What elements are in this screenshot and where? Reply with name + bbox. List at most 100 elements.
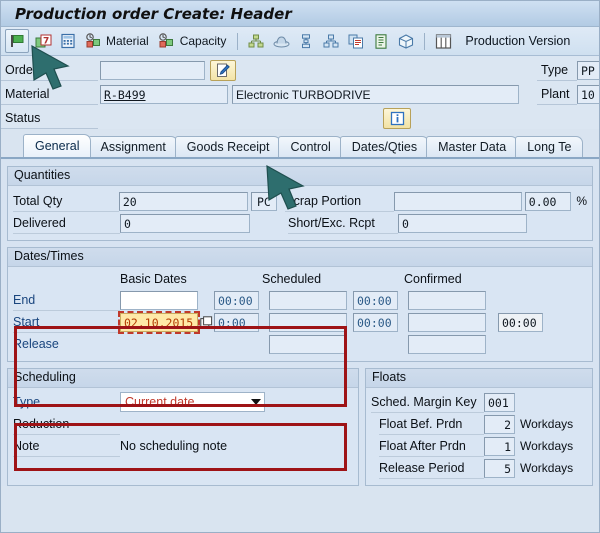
- tab-content-general: Quantities Total Qty 20 PC Scrap Portion…: [1, 160, 599, 486]
- delivered-input[interactable]: 0: [120, 213, 250, 233]
- scheduling-type-label: Type: [13, 394, 41, 409]
- status-label: Status: [1, 108, 98, 129]
- hat-icon[interactable]: [270, 30, 292, 52]
- floats-group: Floats Sched. Margin Key 001 Float Bef. …: [365, 368, 593, 486]
- material-input[interactable]: R-B499: [100, 84, 228, 104]
- delivered-row: Delivered 0 Short/Exc. Rcpt 0: [13, 212, 587, 234]
- float-after-prdn-label: Float After Prdn: [379, 436, 484, 457]
- green-flag-icon[interactable]: [5, 29, 29, 53]
- float-after-prdn-unit: Workdays: [520, 439, 574, 453]
- short-exc-rcpt-label: Short/Exc. Rcpt: [288, 213, 398, 234]
- scrap-percent-input[interactable]: 0.00: [524, 191, 572, 211]
- end-basic-time-input[interactable]: 00:00: [214, 290, 259, 310]
- tab-control[interactable]: Control: [278, 136, 343, 157]
- percent-sign: %: [576, 194, 588, 208]
- float-bef-prdn-unit: Workdays: [520, 417, 574, 431]
- scheduling-group: Scheduling Type Current date Reduction N…: [7, 368, 359, 486]
- calculator-icon[interactable]: [57, 30, 79, 52]
- tab-master-data[interactable]: Master Data: [426, 136, 519, 157]
- end-basic-date-input[interactable]: [120, 290, 198, 310]
- floats-title: Floats: [366, 369, 592, 388]
- scheduling-title: Scheduling: [8, 369, 358, 388]
- float-after-prdn-row: Float After Prdn 1 Workdays: [371, 435, 587, 457]
- tab-general[interactable]: General: [23, 134, 92, 157]
- type-label: Type: [537, 60, 577, 81]
- status-row: Status: [1, 107, 599, 129]
- material-description-input[interactable]: Electronic TURBODRIVE: [232, 84, 519, 104]
- note-row: Note No scheduling note: [13, 435, 353, 457]
- title-bar: Production order Create: Header: [1, 1, 599, 27]
- reduction-row: Reduction: [13, 413, 353, 435]
- order-info-icon[interactable]: 7: [32, 30, 54, 52]
- note-label: Note: [13, 436, 120, 457]
- sap-window: Production order Create: Header 7 Materi…: [0, 0, 600, 533]
- application-toolbar: 7 Material Capacity Production Version: [1, 27, 599, 56]
- plant-input[interactable]: 10: [577, 84, 599, 104]
- start-scheduled-time-input[interactable]: 00:00: [353, 312, 398, 332]
- start-scheduled-date-input[interactable]: [269, 312, 347, 332]
- start-label: Start: [13, 312, 120, 333]
- end-label: End: [13, 290, 120, 311]
- dates-column-headers: Basic Dates Scheduled Confirmed: [13, 269, 587, 289]
- production-version-button[interactable]: Production Version: [465, 34, 570, 48]
- dates-row-start: Start 02.10.2015 0:00 00:00 00:00: [13, 310, 587, 334]
- scheduling-type-value: Current date: [125, 395, 195, 409]
- start-basic-time-input[interactable]: 0:00: [214, 312, 259, 332]
- edit-pencil-button[interactable]: [210, 59, 236, 81]
- note-value: No scheduling note: [120, 439, 228, 453]
- table-icon[interactable]: [432, 30, 454, 52]
- float-after-prdn-input[interactable]: 1: [484, 436, 515, 456]
- toolbar-capacity-button[interactable]: Capacity: [156, 30, 231, 52]
- quantities-title: Quantities: [8, 167, 592, 186]
- release-period-row: Release Period 5 Workdays: [371, 457, 587, 479]
- tab-assignment[interactable]: Assignment: [88, 136, 178, 157]
- release-scheduled-date-input[interactable]: [269, 334, 347, 354]
- dates-times-group: Dates/Times Basic Dates Scheduled Confir…: [7, 247, 593, 362]
- end-scheduled-time-input[interactable]: 00:00: [353, 290, 398, 310]
- toolbar-separator-1: [237, 32, 239, 50]
- date-picker-button[interactable]: [198, 315, 214, 329]
- scrap-portion-input[interactable]: [394, 191, 522, 211]
- order-row: Order Type PP: [1, 59, 599, 81]
- delivered-label: Delivered: [13, 213, 120, 234]
- tab-long-text[interactable]: Long Te: [515, 136, 584, 157]
- sched-margin-key-input[interactable]: 001: [484, 392, 515, 412]
- release-confirmed-date-input[interactable]: [408, 334, 486, 354]
- material-availability-icon: [82, 30, 104, 52]
- operations-icon[interactable]: [295, 30, 317, 52]
- toolbar-material-button[interactable]: Material: [82, 30, 153, 52]
- order-input[interactable]: [100, 60, 205, 80]
- float-bef-prdn-input[interactable]: 2: [484, 414, 515, 434]
- float-bef-prdn-label: Float Bef. Prdn: [379, 414, 484, 435]
- tab-goods-receipt[interactable]: Goods Receipt: [174, 136, 282, 157]
- total-qty-label: Total Qty: [13, 191, 119, 212]
- copy-document-icon[interactable]: [345, 30, 367, 52]
- sched-margin-key-row: Sched. Margin Key 001: [371, 391, 587, 413]
- short-exc-rcpt-input[interactable]: 0: [398, 213, 527, 233]
- plant-label: Plant: [537, 84, 577, 105]
- page-title: Production order Create: Header: [15, 4, 292, 23]
- order-label: Order: [1, 60, 98, 81]
- release-period-input[interactable]: 5: [484, 458, 515, 478]
- material-label: Material: [106, 34, 149, 48]
- scheduling-type-dropdown[interactable]: Current date: [120, 392, 265, 412]
- tab-dates-qties[interactable]: Dates/Qties: [339, 136, 430, 157]
- network-icon[interactable]: [320, 30, 342, 52]
- box-icon[interactable]: [395, 30, 417, 52]
- release-label: Release: [13, 336, 59, 351]
- float-bef-prdn-row: Float Bef. Prdn 2 Workdays: [371, 413, 587, 435]
- hierarchy-icon[interactable]: [245, 30, 267, 52]
- scheduled-header: Scheduled: [262, 272, 322, 286]
- start-basic-date-input[interactable]: 02.10.2015: [118, 310, 200, 334]
- document-icon[interactable]: [370, 30, 392, 52]
- dates-times-title: Dates/Times: [8, 248, 592, 267]
- end-confirmed-date-input[interactable]: [408, 290, 486, 310]
- status-info-button[interactable]: [383, 107, 411, 129]
- total-qty-input[interactable]: 20: [118, 191, 248, 211]
- start-confirmed-time-input[interactable]: 00:00: [498, 312, 543, 332]
- type-input[interactable]: PP: [577, 60, 599, 80]
- start-confirmed-date-input[interactable]: [408, 312, 486, 332]
- uom-input[interactable]: PC: [250, 191, 278, 211]
- release-period-label: Release Period: [379, 458, 484, 479]
- end-scheduled-date-input[interactable]: [269, 290, 347, 310]
